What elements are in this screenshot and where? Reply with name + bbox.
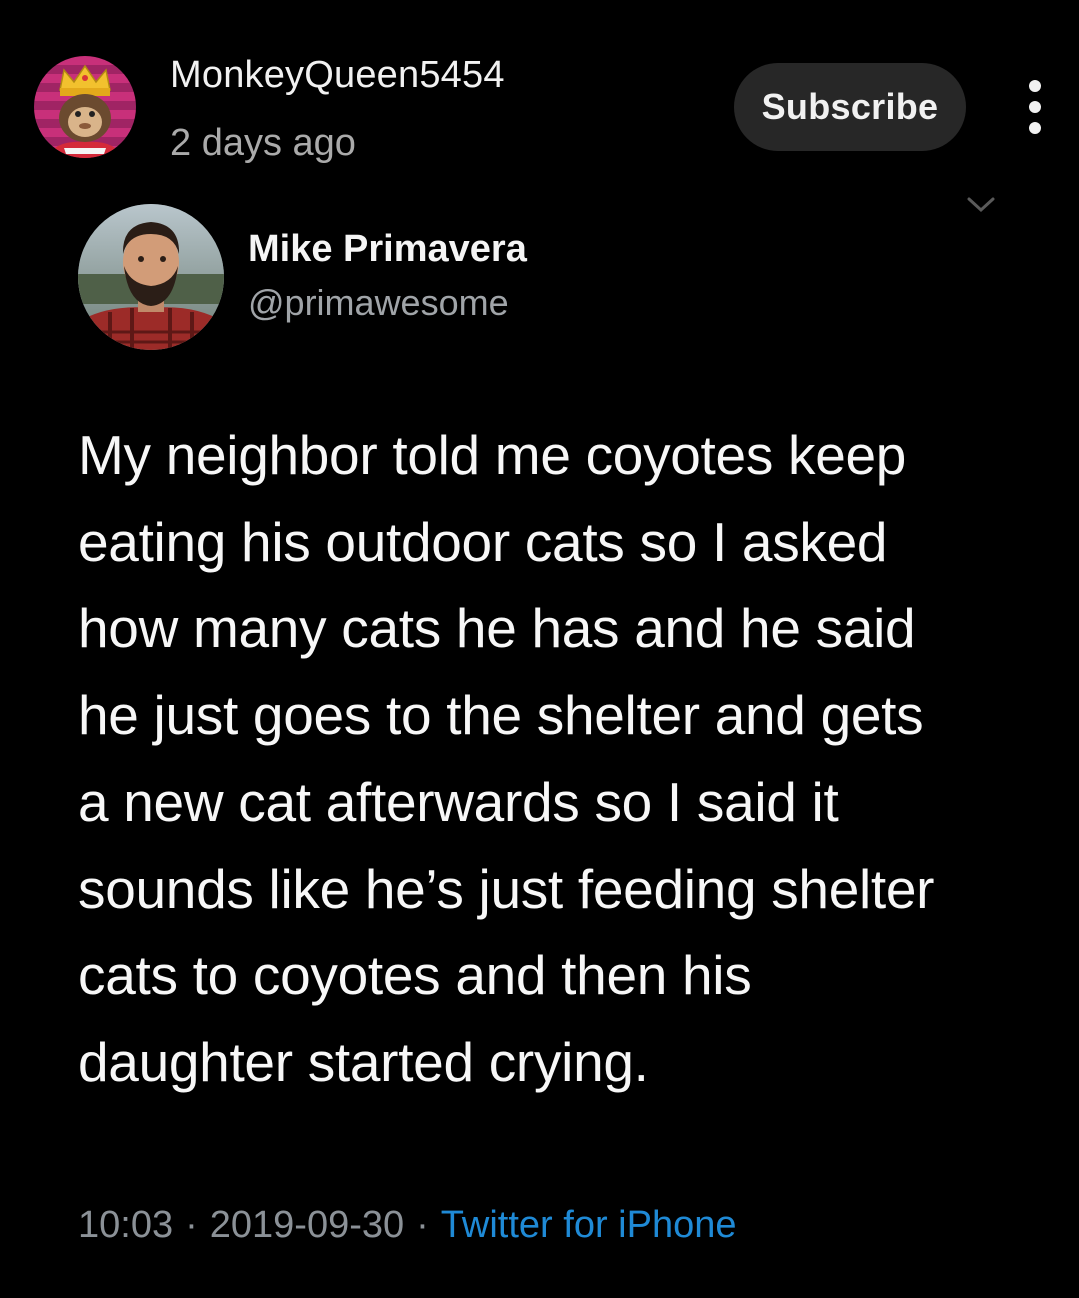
tweet-line: eating his outdoor cats so I asked xyxy=(78,510,888,573)
tweet-date: 2019-09-30 xyxy=(209,1204,405,1246)
tweet-line: he just goes to the shelter and gets xyxy=(78,684,924,747)
tweet-line: how many cats he has and he said xyxy=(78,597,916,660)
tweet-screenshot[interactable]: Mike Primavera @primawesome My neighbor … xyxy=(0,180,1079,1298)
tweet-metadata: 10:03 · 2019-09-30 · Twitter for iPhone xyxy=(78,1204,736,1247)
bearded-man-photo-icon xyxy=(78,204,224,350)
tweet-author-avatar xyxy=(78,204,224,350)
vertical-ellipsis-icon xyxy=(1029,80,1041,92)
tweet-body: My neighbor told me coyotes keep eating … xyxy=(78,412,1008,1106)
channel-avatar[interactable] xyxy=(34,56,136,158)
meta-separator: · xyxy=(416,1204,429,1246)
tweet-time: 10:03 xyxy=(78,1204,174,1246)
tweet-line: sounds like he’s just feeding shelter xyxy=(78,857,935,920)
monkey-king-avatar-icon xyxy=(48,64,122,158)
meta-separator: · xyxy=(185,1204,198,1246)
tweet-handle: @primawesome xyxy=(248,282,509,323)
more-options-button[interactable] xyxy=(1015,80,1055,134)
tweet-line: daughter started crying. xyxy=(78,1030,649,1093)
tweet-source-link: Twitter for iPhone xyxy=(440,1204,737,1246)
channel-name[interactable]: MonkeyQueen5454 xyxy=(170,54,505,97)
subscribe-button[interactable]: Subscribe xyxy=(734,63,966,151)
tweet-line: My neighbor told me coyotes keep xyxy=(78,424,907,486)
post-time: 2 days ago xyxy=(170,122,356,164)
tweet-display-name: Mike Primavera xyxy=(248,228,527,270)
tweet-line: a new cat afterwards so I said it xyxy=(78,770,839,833)
tweet-line: cats to coyotes and then his xyxy=(78,944,752,1007)
post-header: MonkeyQueen5454 2 days ago Subscribe xyxy=(0,0,1079,213)
